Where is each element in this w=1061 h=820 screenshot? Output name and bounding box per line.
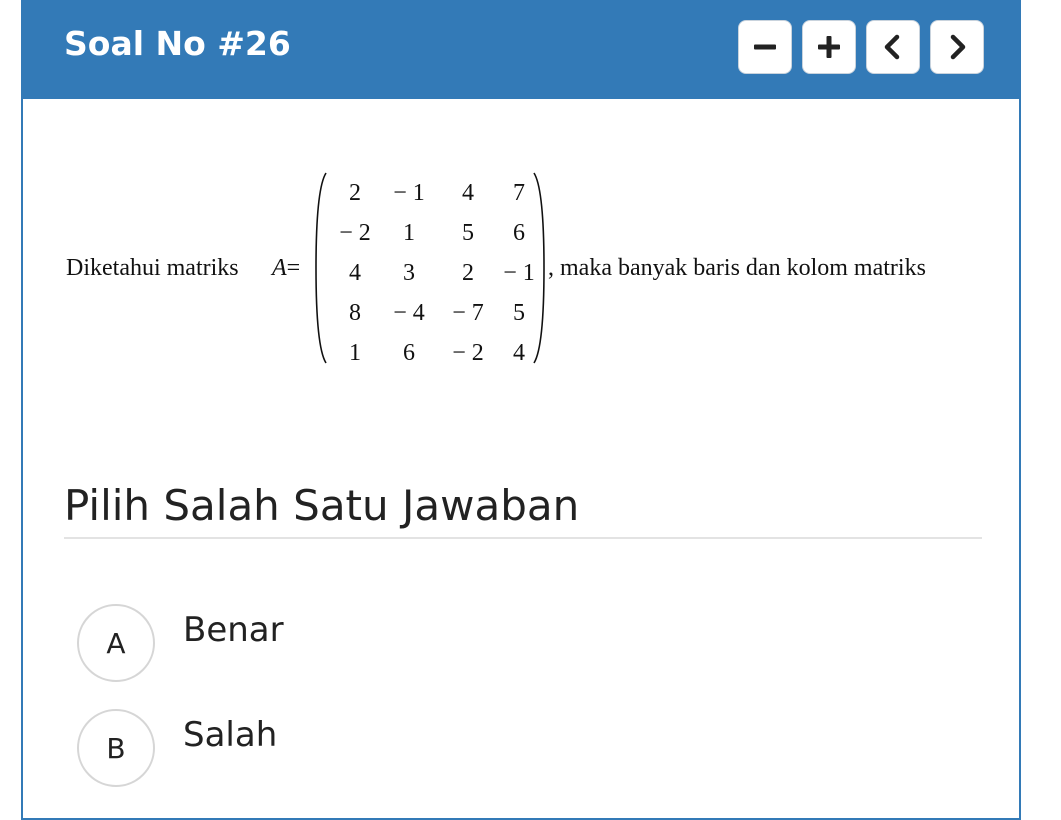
matrix-cell: − 2 [339,219,371,246]
option-label[interactable]: Benar [183,608,284,652]
matrix-cell: 1 [349,339,361,366]
matrix-cell: 1 [403,219,415,246]
next-question-button[interactable] [930,20,984,74]
left-parenthesis [315,172,327,364]
divider [64,537,982,539]
zoom-out-button[interactable] [738,20,792,74]
matrix-cell: − 7 [452,299,484,326]
matrix-variable: A= [272,253,300,283]
matrix-cell: 5 [462,219,474,246]
matrix-cell: 3 [403,259,415,286]
option-letter-badge[interactable]: A [77,604,155,682]
question-number-title: Soal No #26 [64,24,291,63]
answer-option-b[interactable]: B Salah [77,709,877,789]
chevron-left-icon [880,34,906,60]
matrix-variable-name: A [272,255,287,281]
matrix-cell: 8 [349,299,361,326]
matrix-cell: 2 [462,259,474,286]
matrix-cell: − 1 [393,179,425,206]
previous-question-button[interactable] [866,20,920,74]
answer-option-a[interactable]: A Benar [77,604,877,684]
right-parenthesis [533,172,545,364]
option-letter-badge[interactable]: B [77,709,155,787]
matrix-cell: 6 [403,339,415,366]
matrix-cell: 2 [349,179,361,206]
matrix-cell: 4 [462,179,474,206]
question-content: Diketahui matriks A= 2− 1 4 7− 2 1 5 6 4 3 2− 18… [64,165,1004,375]
question-text-before: Diketahui matriks [66,255,239,281]
minus-icon [752,34,778,60]
question-panel: Soal No #26 Diketahui matriks A= 2 − 1 4… [21,0,1021,820]
question-controls [738,20,984,76]
answer-section-heading: Pilih Salah Satu Jawaban [64,481,580,530]
matrix-cell: − 2 [452,339,484,366]
matrix-grid: 2− 1 4 7− 2 1 5 6 4 3 2− 1 8− 4− 7 5 1 6− 24 [330,173,540,373]
option-label[interactable]: Salah [183,713,277,757]
plus-icon [816,34,842,60]
zoom-in-button[interactable] [802,20,856,74]
panel-header: Soal No #26 [23,0,1019,99]
question-text-after: , maka banyak baris dan kolom matriks [548,255,926,281]
matrix-cell: 4 [349,259,361,286]
matrix-cell: − 4 [393,299,425,326]
chevron-right-icon [944,34,970,60]
equals-sign: = [286,255,301,281]
matrix-a: 2− 1 4 7− 2 1 5 6 4 3 2− 1 8− 4− 7 5 1 6− 24 [314,169,546,367]
